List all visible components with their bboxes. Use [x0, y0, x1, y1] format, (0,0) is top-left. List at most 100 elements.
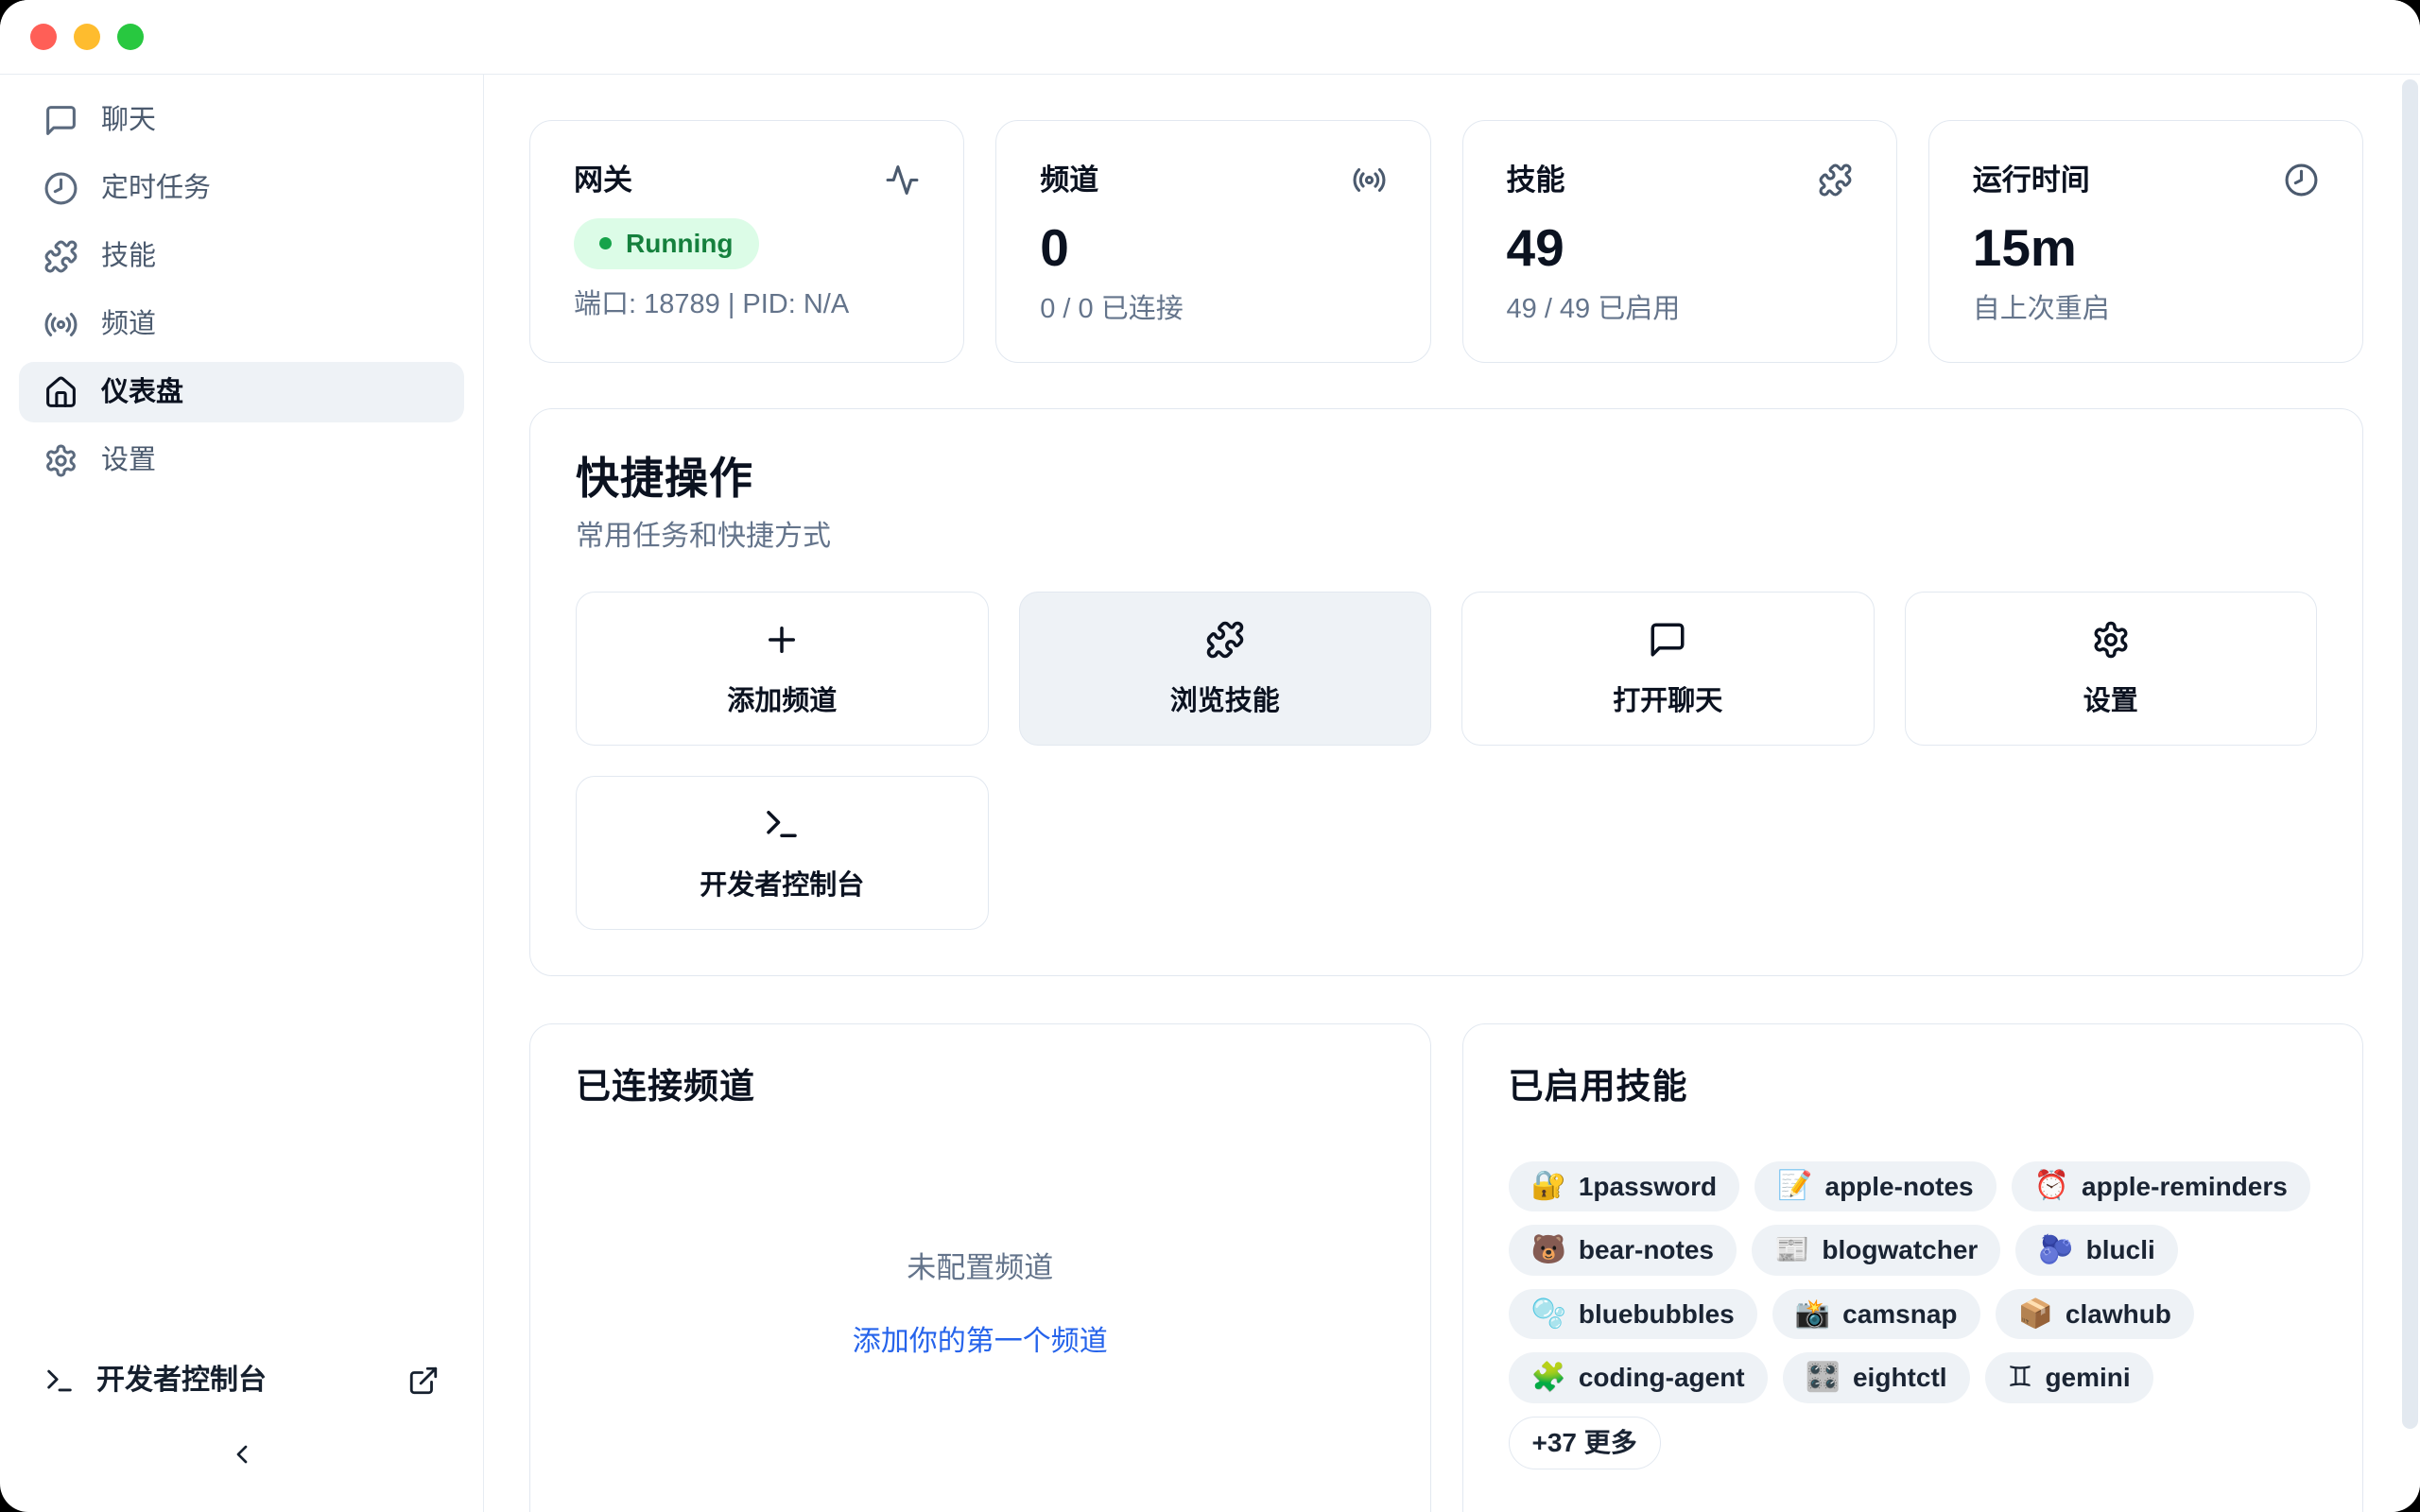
dev-console-label: 开发者控制台	[96, 1364, 267, 1398]
terminal-icon	[762, 804, 802, 844]
clock-icon	[43, 171, 78, 206]
sidebar-item-label: 设置	[101, 444, 156, 477]
stat-card-skills: 技能 49 49 / 49 已启用	[1462, 120, 1897, 363]
skill-emoji-icon: 📦	[2018, 1300, 2053, 1329]
add-first-channel-link[interactable]: 添加你的第一个频道	[853, 1325, 1108, 1359]
enabled-skills-title: 已启用技能	[1509, 1066, 2318, 1108]
status-badge: Running	[574, 218, 759, 269]
sidebar-item-label: 定时任务	[101, 172, 211, 205]
main-content: 网关Running端口: 18789 | PID: N/A频道00 / 0 已连…	[484, 75, 2420, 1512]
quick-action-dev-console[interactable]: 开发者控制台	[576, 776, 989, 930]
skill-chip-1password: 🔐1password	[1509, 1161, 1740, 1212]
skill-name: eightctl	[1853, 1362, 1947, 1394]
skill-chip-apple-notes: 📝apple-notes	[1754, 1161, 1996, 1212]
quick-actions-grid: 添加频道 浏览技能 打开聊天 设置开发者控制台	[576, 592, 2317, 930]
skill-name: coding-agent	[1579, 1362, 1745, 1394]
skills-chip-list: 🔐1password 📝apple-notes ⏰apple-reminders 🐻b…	[1509, 1161, 2318, 1469]
scrollbar-thumb[interactable]	[2402, 79, 2418, 1429]
quick-action-browse-skills[interactable]: 浏览技能	[1019, 592, 1432, 746]
chevron-left-icon	[227, 1439, 257, 1474]
gear-icon	[43, 443, 78, 478]
skill-chip-apple-reminders: ⏰apple-reminders	[2012, 1161, 2310, 1212]
skill-name: blucli	[2086, 1234, 2155, 1266]
skill-name: apple-notes	[1825, 1171, 1974, 1203]
sidebar-nav: 聊天定时任务技能频道仪表盘设置	[19, 90, 464, 490]
skill-emoji-icon: 📰	[1774, 1236, 1809, 1264]
skill-chip-clawhub: 📦 clawhub	[1996, 1289, 2194, 1340]
puzzle-icon	[1818, 163, 1853, 198]
stat-title: 技能	[1507, 163, 1565, 198]
skill-emoji-icon: 📸	[1795, 1300, 1830, 1329]
skill-chip-blucli: 🫐blucli	[2015, 1225, 2177, 1276]
skill-chip-gemini: ♊ gemini	[1985, 1352, 2153, 1403]
sidebar-dev-console-link[interactable]: 开发者控制台	[19, 1364, 464, 1398]
skill-name: bluebubbles	[1579, 1298, 1735, 1331]
zoom-window-button[interactable]	[117, 24, 144, 50]
skill-name: blogwatcher	[1822, 1234, 1978, 1266]
chat-icon	[1648, 620, 1687, 660]
skill-emoji-icon: ♊	[2008, 1364, 2033, 1392]
stat-subtext: 49 / 49 已启用	[1507, 293, 1853, 326]
quick-action-add-channel[interactable]: 添加频道	[576, 592, 989, 746]
skill-chip-eightctl: 🎛️ eightctl	[1783, 1352, 1970, 1403]
clock-icon	[2284, 163, 2319, 198]
quick-actions-subtitle: 常用任务和快捷方式	[576, 520, 2317, 554]
terminal-icon	[43, 1365, 76, 1397]
skill-chip-blogwatcher: 📰 blogwatcher	[1752, 1225, 2000, 1276]
stat-value: 15m	[1973, 222, 2319, 274]
stat-title: 网关	[574, 163, 632, 198]
stat-value: 49	[1507, 222, 1853, 274]
skill-emoji-icon: 🎛️	[1806, 1364, 1841, 1392]
skill-name: camsnap	[1842, 1298, 1957, 1331]
app-body: 聊天定时任务技能频道仪表盘设置 开发者控制台 网关Running端口: 1878…	[0, 75, 2420, 1512]
stat-card-gateway: 网关Running端口: 18789 | PID: N/A	[529, 120, 964, 363]
quick-action-label: 添加频道	[727, 679, 837, 718]
sidebar-item-label: 技能	[101, 240, 156, 273]
sidebar-item-label: 频道	[101, 308, 156, 341]
quick-action-settings[interactable]: 设置	[1905, 592, 2318, 746]
skills-more-chip[interactable]: +37 更多	[1509, 1417, 1661, 1469]
quick-action-label: 浏览技能	[1170, 679, 1280, 718]
skill-chip-bluebubbles: 🫧 bluebubbles	[1509, 1289, 1757, 1340]
sidebar-item-dashboard[interactable]: 仪表盘	[19, 362, 464, 422]
stats-grid: 网关Running端口: 18789 | PID: N/A频道00 / 0 已连…	[529, 120, 2363, 363]
skill-name: gemini	[2045, 1362, 2130, 1394]
skill-chip-coding-agent: 🧩 coding-agent	[1509, 1352, 1768, 1403]
sidebar-footer: 开发者控制台	[19, 1364, 464, 1474]
sidebar-item-channels[interactable]: 频道	[19, 294, 464, 354]
quick-action-label: 打开聊天	[1613, 679, 1722, 718]
broadcast-icon	[1352, 163, 1387, 198]
stat-card-uptime: 运行时间 15m 自上次重启	[1928, 120, 2363, 363]
plus-icon	[762, 620, 802, 660]
skill-chip-bear-notes: 🐻bear-notes	[1509, 1225, 1737, 1276]
sidebar-item-skills[interactable]: 技能	[19, 226, 464, 286]
sidebar-item-chat[interactable]: 聊天	[19, 90, 464, 150]
quick-actions-card: 快捷操作 常用任务和快捷方式 添加频道浏览技能打开聊天设置开发者控制台	[529, 408, 2363, 976]
skill-emoji-icon: ⏰	[2034, 1172, 2069, 1200]
bottom-grid: 已连接频道 未配置频道 添加你的第一个频道 已启用技能 🔐1password 📝a…	[529, 1023, 2363, 1512]
sidebar-item-settings[interactable]: 设置	[19, 430, 464, 490]
status-dot-icon	[599, 237, 612, 249]
quick-action-label: 设置	[2083, 679, 2138, 718]
channels-empty-text: 未配置频道	[907, 1250, 1053, 1285]
skill-emoji-icon: 🫧	[1531, 1300, 1566, 1329]
titlebar	[0, 0, 2420, 75]
stat-subtext: 自上次重启	[1973, 293, 2319, 326]
connected-channels-title: 已连接频道	[576, 1066, 1385, 1108]
quick-action-label: 开发者控制台	[700, 863, 864, 902]
stat-title: 运行时间	[1973, 163, 2090, 198]
sidebar-collapse-button[interactable]	[19, 1439, 464, 1474]
enabled-skills-card: 已启用技能 🔐1password 📝apple-notes ⏰apple-remin…	[1462, 1023, 2364, 1512]
gear-icon	[2091, 620, 2131, 660]
skill-emoji-icon: 🧩	[1531, 1364, 1566, 1392]
quick-action-open-chat[interactable]: 打开聊天	[1461, 592, 1875, 746]
home-icon	[43, 375, 78, 410]
sidebar-item-scheduled-tasks[interactable]: 定时任务	[19, 158, 464, 218]
puzzle-icon	[1205, 620, 1245, 660]
stat-title: 频道	[1040, 163, 1098, 198]
skill-chip-camsnap: 📸 camsnap	[1772, 1289, 1980, 1340]
close-window-button[interactable]	[30, 24, 57, 50]
skill-name: clawhub	[2066, 1298, 2171, 1331]
minimize-window-button[interactable]	[74, 24, 100, 50]
broadcast-icon	[43, 307, 78, 342]
